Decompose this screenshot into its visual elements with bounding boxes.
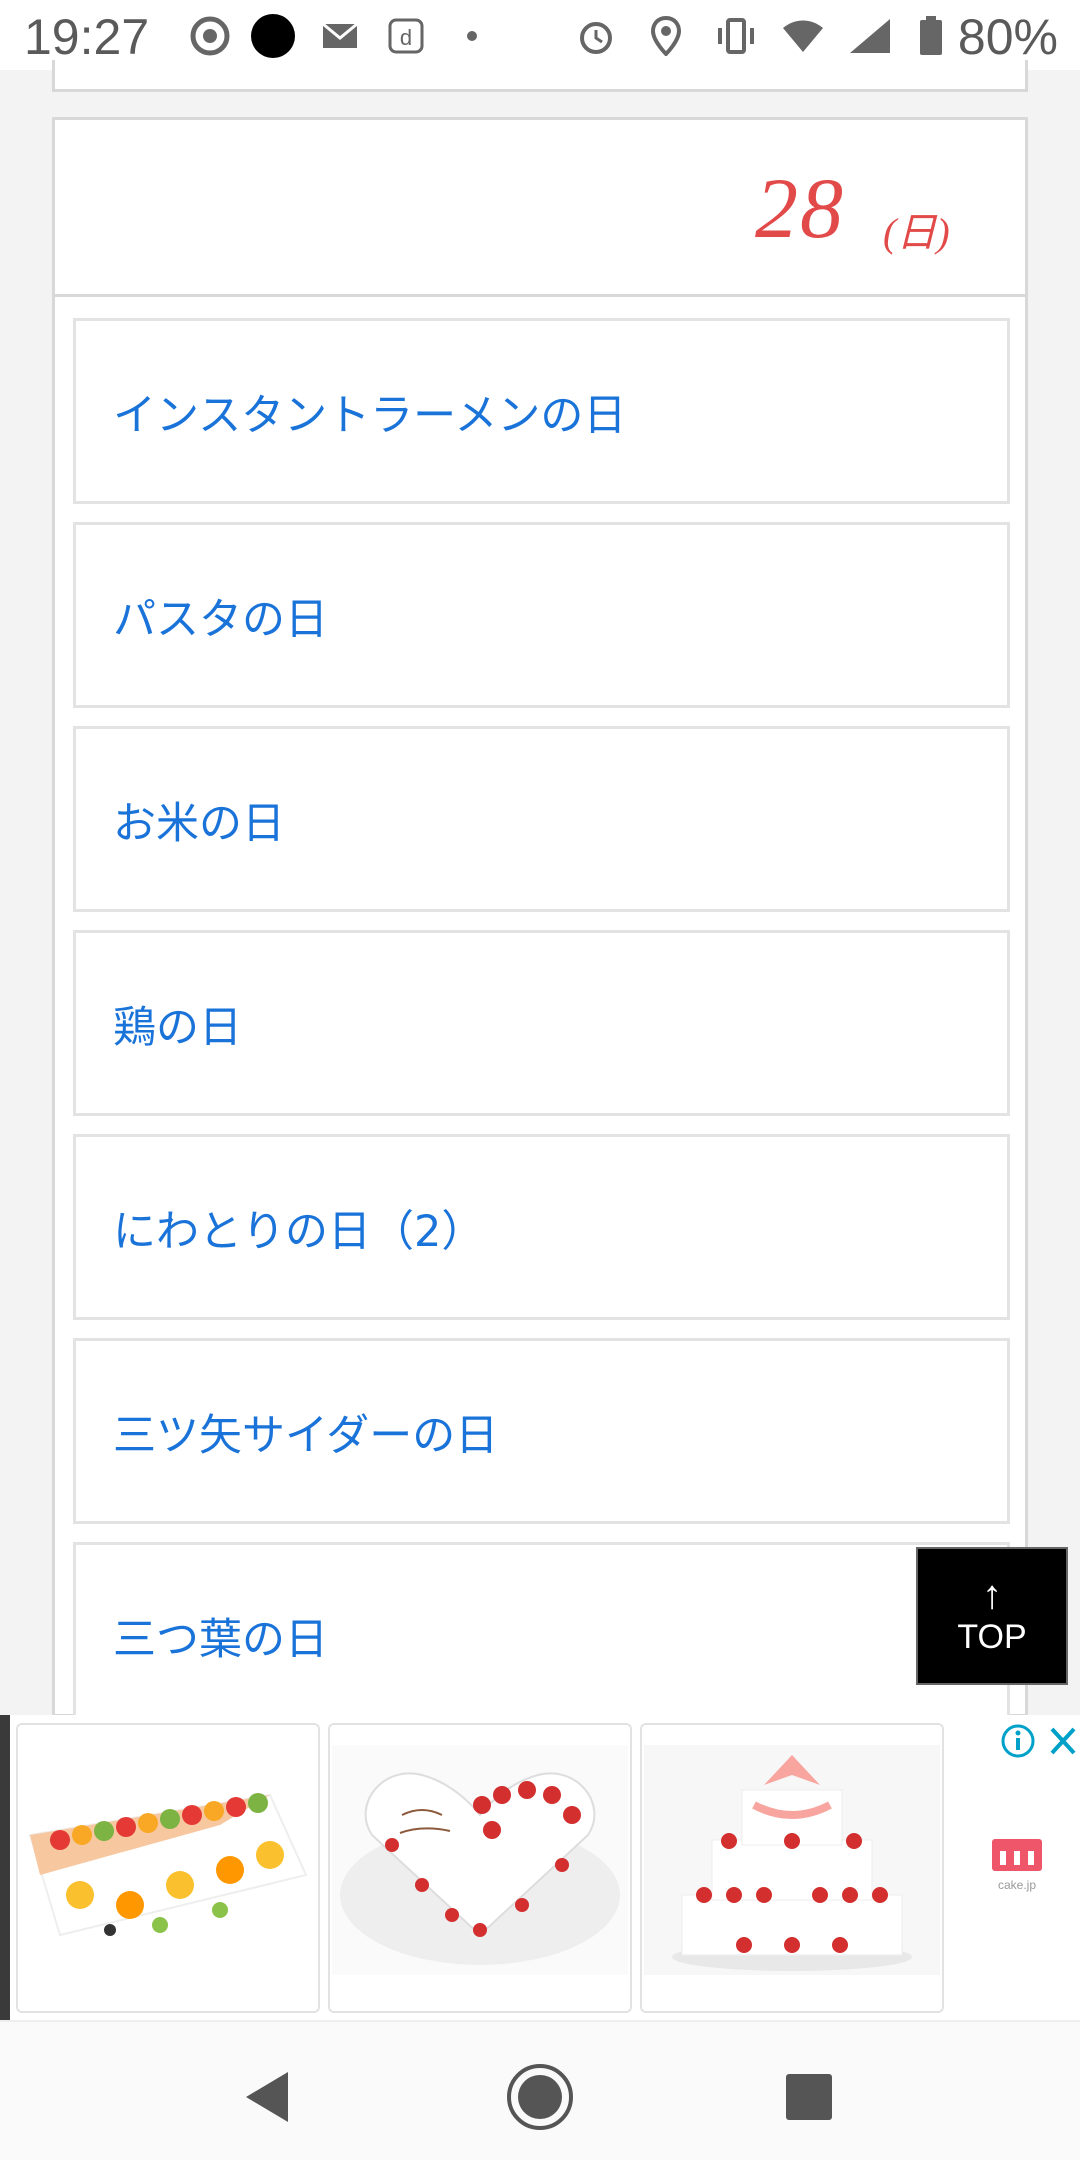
event-link[interactable]: パスタの日 [113,585,328,647]
event-item[interactable]: 三ツ矢サイダーの日 [73,1338,1010,1524]
svg-text:cake.jp: cake.jp [998,1878,1036,1892]
dot-icon [250,14,296,58]
recents-icon[interactable] [774,2062,844,2132]
wifi-icon [780,16,826,56]
mail-icon [320,16,360,56]
svg-text:d: d [400,25,412,50]
alarm-icon [574,16,618,56]
event-link[interactable]: お米の日 [113,789,285,851]
event-link[interactable]: 鶏の日 [113,993,242,1055]
day-header: 28 (日) [55,120,1025,297]
day-card: 28 (日) インスタントラーメンの日 パスタの日 お米の日 鶏の日 にわとりの… [52,117,1028,1728]
event-item[interactable]: パスタの日 [73,522,1010,708]
battery-icon [916,16,946,56]
ad-close-icon[interactable] [1046,1721,1080,1761]
event-link[interactable]: 三ツ矢サイダーの日 [113,1401,498,1463]
previous-day-card [52,60,1028,92]
battery-percent: 80% [957,9,1058,65]
ad-banner[interactable]: cake.jp [0,1715,1080,2020]
ad-left-bar [0,1715,10,2020]
event-item[interactable]: 鶏の日 [73,930,1010,1116]
scroll-to-top-button[interactable]: ↑ TOP [916,1547,1068,1685]
home-icon[interactable] [505,2062,575,2132]
status-time: 19:27 [24,9,150,65]
brand-logo-icon: cake.jp [992,1839,1042,1892]
event-link[interactable]: にわとりの日（2） [113,1197,484,1259]
ad-tile[interactable] [328,1723,632,2013]
event-item[interactable]: お米の日 [73,726,1010,912]
ad-tile[interactable] [16,1723,320,2013]
chrome-icon [188,16,232,56]
docomo-icon: d [386,16,426,56]
ad-tile[interactable] [640,1723,944,2013]
signal-icon [846,16,894,56]
day-number: 28 [755,160,845,256]
event-link[interactable]: インスタントラーメンの日 [113,381,626,443]
navigation-bar [0,2020,1080,2160]
top-button-label: TOP [957,1618,1027,1656]
tiered-strawberry-cake-image [644,1745,940,1975]
location-icon [646,16,686,56]
fruit-sheet-cake-image [20,1745,316,1975]
event-item[interactable]: にわとりの日（2） [73,1134,1010,1320]
event-link[interactable]: 三つ葉の日 [113,1605,328,1667]
event-item[interactable]: インスタントラーメンの日 [73,318,1010,504]
vibrate-icon [712,16,760,56]
up-arrow-icon: ↑ [982,1573,1002,1617]
event-item[interactable]: 三つ葉の日 [73,1542,1010,1728]
ad-info-icon[interactable] [1000,1723,1036,1759]
small-dot-icon [462,16,482,56]
back-icon[interactable] [232,2062,302,2132]
day-weekday: (日) [883,210,950,255]
heart-wedding-cake-image [332,1745,628,1975]
